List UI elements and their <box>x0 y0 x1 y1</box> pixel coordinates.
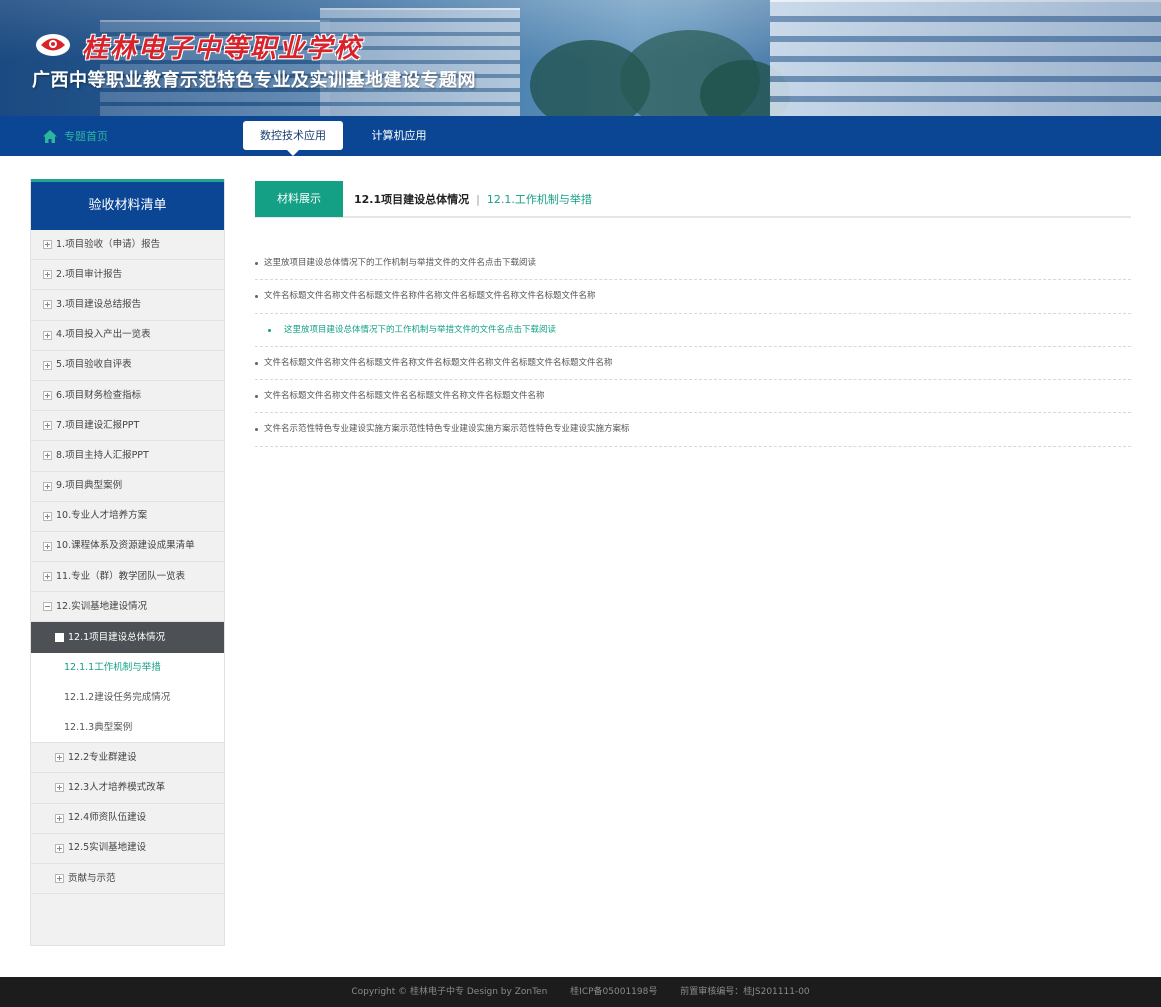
sidebar-item[interactable]: 9.项目典型案例 <box>31 472 224 502</box>
sidebar-subitem[interactable]: 12.2专业群建设 <box>31 743 224 774</box>
sidebar-item[interactable]: 3.项目建设总结报告 <box>31 290 224 321</box>
nav-home-link[interactable]: 专题首页 <box>42 128 108 144</box>
file-link[interactable]: 文件名标题文件名称文件名标题文件名名标题文件名称文件名标题文件名称 <box>255 380 1131 414</box>
expand-icon <box>43 511 52 521</box>
expand-icon <box>43 330 52 340</box>
sidebar-item[interactable]: 11.专业（群）教学团队一览表 <box>31 562 224 593</box>
expand-icon <box>43 360 52 370</box>
sidebar-item-label: 1.项目验收（申请）报告 <box>56 238 161 250</box>
expand-icon <box>43 300 52 310</box>
sidebar-item[interactable]: 1.项目验收（申请）报告 <box>31 230 224 261</box>
sidebar-item-expanded[interactable]: 12.实训基地建设情况 <box>31 592 224 623</box>
file-list: 这里放项目建设总体情况下的工作机制与举措文件的文件名点击下载阅读 文件名标题文件… <box>255 247 1131 447</box>
home-icon <box>43 129 57 143</box>
expand-icon <box>55 813 64 823</box>
file-link[interactable]: 文件名标题文件名称文件名标题文件名称文件名标题文件名称文件名标题文件名标题文件名… <box>255 347 1131 381</box>
sidebar-item-label: 9.项目典型案例 <box>56 480 123 492</box>
footer-icp[interactable]: 桂ICP备05001198号 <box>570 987 657 997</box>
sidebar-item-label: 10.课程体系及资源建设成果清单 <box>56 540 195 552</box>
sidebar-item[interactable]: 6.项目财务检查指标 <box>31 381 224 412</box>
expand-icon <box>55 843 64 853</box>
expand-icon <box>43 240 52 250</box>
sidebar-item-label: 7.项目建设汇报PPT <box>56 419 140 431</box>
sidebar-item[interactable]: 8.项目主持人汇报PPT <box>31 441 224 472</box>
nav-home-label: 专题首页 <box>64 130 108 143</box>
sidebar-item-label: 10.专业人才培养方案 <box>56 510 148 522</box>
sidebar-item-label: 4.项目投入产出一览表 <box>56 329 151 341</box>
sidebar-item-label: 12.2专业群建设 <box>68 751 137 763</box>
file-link[interactable]: 文件名标题文件名称文件名标题文件名称件名称文件名标题文件名称文件名标题文件名称 <box>255 280 1131 314</box>
expand-icon <box>43 451 52 461</box>
content-header: 材料展示 12.1项目建设总体情况 | 12.1.工作机制与举措 <box>255 181 1131 218</box>
sidebar-leaf[interactable]: 12.1.2建设任务完成情况 <box>31 682 224 713</box>
tab-computer-application[interactable]: 计算机应用 <box>360 121 438 150</box>
top-navbar: 专题首页 数控技术应用 计算机应用 <box>0 116 1161 156</box>
sidebar-leaf[interactable]: 12.1.3典型案例 <box>31 713 224 744</box>
sidebar: 验收材料清单 1.项目验收（申请）报告 2.项目审计报告 3.项目建设总结报告 … <box>30 179 225 946</box>
sidebar-item[interactable]: 5.项目验收自评表 <box>31 351 224 381</box>
sidebar-item-label: 6.项目财务检查指标 <box>56 389 142 401</box>
site-title: 广西中等职业教育示范特色专业及实训基地建设专题网 <box>32 70 476 91</box>
expand-icon <box>43 391 52 401</box>
sidebar-item[interactable]: 7.项目建设汇报PPT <box>31 411 224 442</box>
school-logo-icon <box>36 34 70 56</box>
header-banner: 桂林电子中等职业学校 广西中等职业教育示范特色专业及实训基地建设专题网 <box>0 0 1161 116</box>
sidebar-item[interactable]: 2.项目审计报告 <box>31 260 224 291</box>
sidebar-subitem-active[interactable]: 12.1项目建设总体情况 <box>31 622 224 653</box>
sidebar-item[interactable]: 10.课程体系及资源建设成果清单 <box>31 532 224 563</box>
sidebar-title: 验收材料清单 <box>31 179 224 230</box>
breadcrumb-current: 12.1.工作机制与举措 <box>486 193 592 206</box>
expand-icon <box>43 481 52 491</box>
main-content: 材料展示 12.1项目建设总体情况 | 12.1.工作机制与举措 这里放项目建设… <box>255 181 1131 447</box>
sidebar-item-label: 12.4师资队伍建设 <box>68 812 147 824</box>
expand-icon <box>55 874 64 884</box>
sidebar-subitem[interactable]: 贡献与示范 <box>31 864 224 895</box>
sidebar-item-label: 12.实训基地建设情况 <box>56 600 148 612</box>
sidebar-item-label: 2.项目审计报告 <box>56 268 123 280</box>
sidebar-item-label: 11.专业（群）教学团队一览表 <box>56 570 186 582</box>
sidebar-subitem[interactable]: 12.4师资队伍建设 <box>31 804 224 834</box>
sidebar-item[interactable]: 10.专业人才培养方案 <box>31 502 224 532</box>
sidebar-item-label: 12.3人才培养模式改革 <box>68 781 166 793</box>
sidebar-item-label: 5.项目验收自评表 <box>56 359 132 371</box>
footer-review-number: 前置审核编号：桂JS201111-00 <box>680 987 810 997</box>
sidebar-leaf-current[interactable]: 12.1.1工作机制与举措 <box>31 652 224 683</box>
breadcrumb-separator: | <box>476 192 480 206</box>
sidebar-item[interactable]: 4.项目投入产出一览表 <box>31 321 224 351</box>
footer-copyright: Copyright © 桂林电子中专 Design by ZonTen <box>351 987 548 997</box>
sidebar-subitem[interactable]: 12.5实训基地建设 <box>31 834 224 864</box>
expand-icon <box>55 783 64 793</box>
sidebar-subitem[interactable]: 12.3人才培养模式改革 <box>31 773 224 804</box>
sidebar-item-label: 贡献与示范 <box>68 872 116 884</box>
expand-icon <box>55 753 64 763</box>
school-name[interactable]: 桂林电子中等职业学校 <box>82 28 362 65</box>
collapse-icon <box>43 602 52 612</box>
sidebar-item-label: 8.项目主持人汇报PPT <box>56 449 149 461</box>
file-link[interactable]: 文件名示范性特色专业建设实施方案示范性特色专业建设实施方案示范性特色专业建设实施… <box>255 413 1131 447</box>
materials-tab[interactable]: 材料展示 <box>255 181 343 217</box>
expand-icon <box>43 572 52 582</box>
breadcrumb-parent[interactable]: 12.1项目建设总体情况 <box>354 191 469 207</box>
collapse-icon <box>55 633 64 643</box>
expand-icon <box>43 541 52 551</box>
sidebar-item-label: 3.项目建设总结报告 <box>56 298 142 310</box>
expand-icon <box>43 270 52 280</box>
file-link[interactable]: 这里放项目建设总体情况下的工作机制与举措文件的文件名点击下载阅读 <box>255 247 1131 281</box>
file-link-highlighted[interactable]: 这里放项目建设总体情况下的工作机制与举措文件的文件名点击下载阅读 <box>255 314 1131 347</box>
expand-icon <box>43 421 52 431</box>
tab-cnc-technology[interactable]: 数控技术应用 <box>243 121 343 156</box>
footer: Copyright © 桂林电子中专 Design by ZonTen 桂ICP… <box>0 977 1161 1007</box>
sidebar-item-label: 12.5实训基地建设 <box>68 842 147 854</box>
sidebar-item-label: 12.1项目建设总体情况 <box>68 631 166 643</box>
